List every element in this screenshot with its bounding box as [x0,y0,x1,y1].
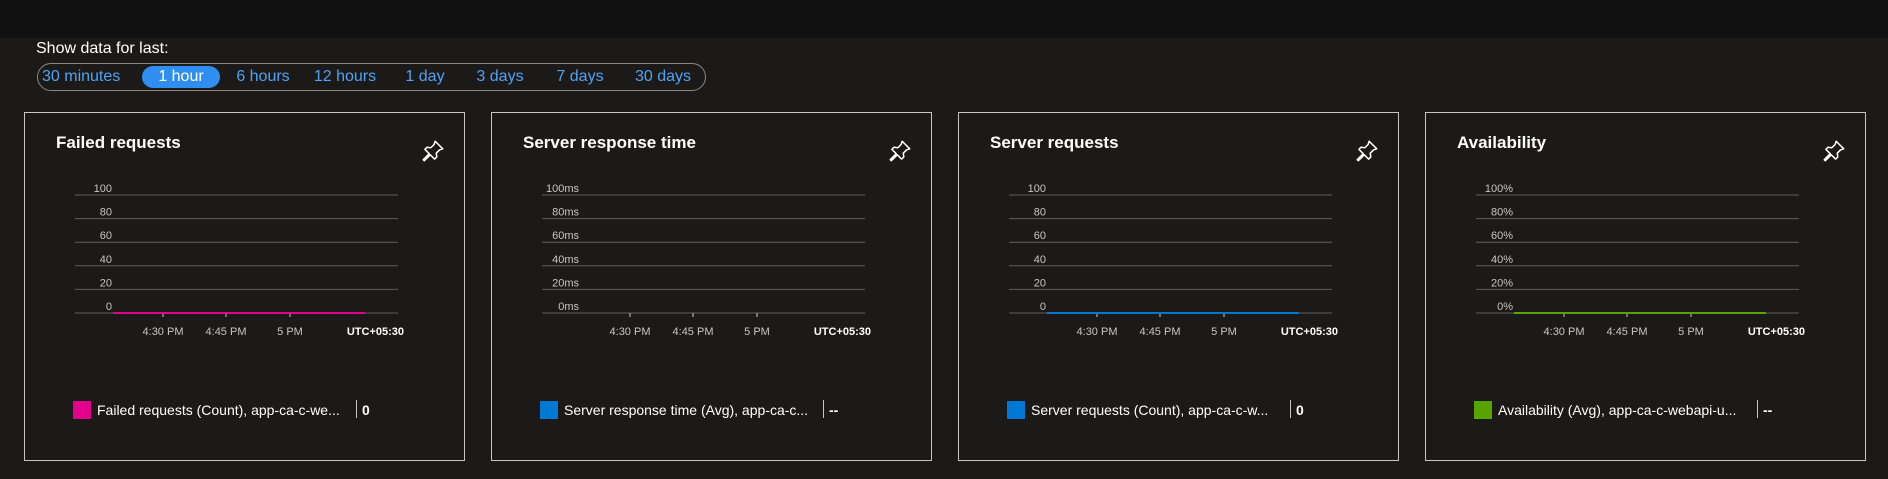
card-availability[interactable]: Availability 100% 80% 60% 40% 20% 0% 4:30 PM 4:… [1425,112,1866,461]
card-server-requests[interactable]: Server requests 100 80 60 40 20 0 4:30 PM 4:45 … [958,112,1399,461]
legend-separator [823,400,824,418]
y-tick-label: 100 [94,183,112,195]
x-tick-label: 4:45 PM [673,326,714,338]
x-tick-label: 4:45 PM [1140,326,1181,338]
timezone-label: UTC+05:30 [1281,326,1338,338]
y-tick-label: 40 [100,254,112,266]
pin-icon[interactable] [420,138,446,164]
legend-separator [1757,400,1758,418]
timezone-label: UTC+05:30 [347,326,404,338]
x-tick-label: 4:30 PM [143,326,184,338]
chart-failed-requests: 100 80 60 40 20 0 4:30 PM 4:45 PM 5 PM UTC+05:30 [75,183,404,338]
legend-swatch [1007,401,1025,419]
card-title: Server response time [523,133,696,152]
x-tick-label: 4:30 PM [1544,326,1585,338]
legend-value: 0 [362,402,370,418]
time-option-1-day[interactable]: 1 day [400,66,450,88]
timezone-label: UTC+05:30 [814,326,871,338]
y-tick-label: 80ms [552,207,579,219]
card-title: Failed requests [56,133,181,152]
y-tick-label: 20 [100,277,112,289]
time-range-label: Show data for last: [36,40,169,57]
time-option-30-minutes[interactable]: 30 minutes [42,66,120,88]
y-tick-label: 20 [1034,277,1046,289]
y-tick-label: 100% [1485,183,1513,195]
legend-value: 0 [1296,402,1304,418]
y-tick-label: 60 [1034,230,1046,242]
y-tick-label: 60 [100,230,112,242]
card-server-response-time[interactable]: Server response time 100ms 80ms 60ms 40ms 20… [491,112,932,461]
legend-label: Server response time (Avg), app-ca-c... [564,402,809,418]
y-tick-label: 20ms [552,277,579,289]
y-tick-label: 80 [100,207,112,219]
y-tick-label: 40 [1034,254,1046,266]
top-bar [0,0,1888,38]
x-tick-label: 5 PM [1211,326,1237,338]
y-tick-label: 40% [1491,254,1513,266]
chart-availability: 100% 80% 60% 40% 20% 0% 4:30 PM 4:45 PM 5 PM UTC+… [1476,183,1805,338]
time-option-3-days[interactable]: 3 days [470,66,530,88]
y-tick-label: 100ms [546,183,580,195]
legend-swatch [1474,401,1492,419]
x-tick-label: 5 PM [277,326,303,338]
legend-separator [356,400,357,418]
x-tick-label: 5 PM [1678,326,1704,338]
time-option-7-days[interactable]: 7 days [550,66,610,88]
chart-server-response-time: 100ms 80ms 60ms 40ms 20ms 0ms 4:30 PM 4:45 PM 5 … [542,183,871,338]
y-tick-label: 0 [106,301,112,313]
timezone-label: UTC+05:30 [1748,326,1805,338]
legend-label: Failed requests (Count), app-ca-c-we... [97,402,340,418]
time-option-6-hours[interactable]: 6 hours [230,66,296,88]
time-option-1-hour[interactable]: 1 hour [142,66,220,88]
x-tick-label: 4:30 PM [610,326,651,338]
x-tick-label: 4:45 PM [206,326,247,338]
time-range-selector: 30 minutes 1 hour 6 hours 12 hours 1 day… [37,63,706,91]
y-tick-label: 0ms [558,301,579,313]
y-tick-label: 20% [1491,277,1513,289]
legend-swatch [540,401,558,419]
y-tick-label: 60% [1491,230,1513,242]
y-tick-label: 40ms [552,254,579,266]
x-tick-label: 4:30 PM [1077,326,1118,338]
legend-value: -- [1763,402,1773,418]
pin-icon[interactable] [1354,138,1380,164]
y-tick-label: 0% [1497,301,1513,313]
legend-value: -- [829,402,839,418]
y-tick-label: 80% [1491,207,1513,219]
pin-icon[interactable] [1821,138,1847,164]
card-title: Availability [1457,133,1547,152]
time-option-12-hours[interactable]: 12 hours [306,66,384,88]
legend-swatch [73,401,91,419]
card-failed-requests[interactable]: Failed requests 100 80 60 40 20 0 4:30 PM 4:45 … [24,112,465,461]
legend-separator [1290,400,1291,418]
chart-server-requests: 100 80 60 40 20 0 4:30 PM 4:45 PM 5 PM UTC+05:30 [1009,183,1338,338]
y-tick-label: 100 [1028,183,1046,195]
x-tick-label: 5 PM [744,326,770,338]
legend-label: Availability (Avg), app-ca-c-webapi-u... [1498,402,1737,418]
y-tick-label: 0 [1040,301,1046,313]
y-tick-label: 80 [1034,207,1046,219]
x-tick-label: 4:45 PM [1607,326,1648,338]
legend-label: Server requests (Count), app-ca-c-w... [1031,402,1269,418]
time-option-30-days[interactable]: 30 days [628,66,698,88]
pin-icon[interactable] [887,138,913,164]
y-tick-label: 60ms [552,230,579,242]
card-title: Server requests [990,133,1119,152]
